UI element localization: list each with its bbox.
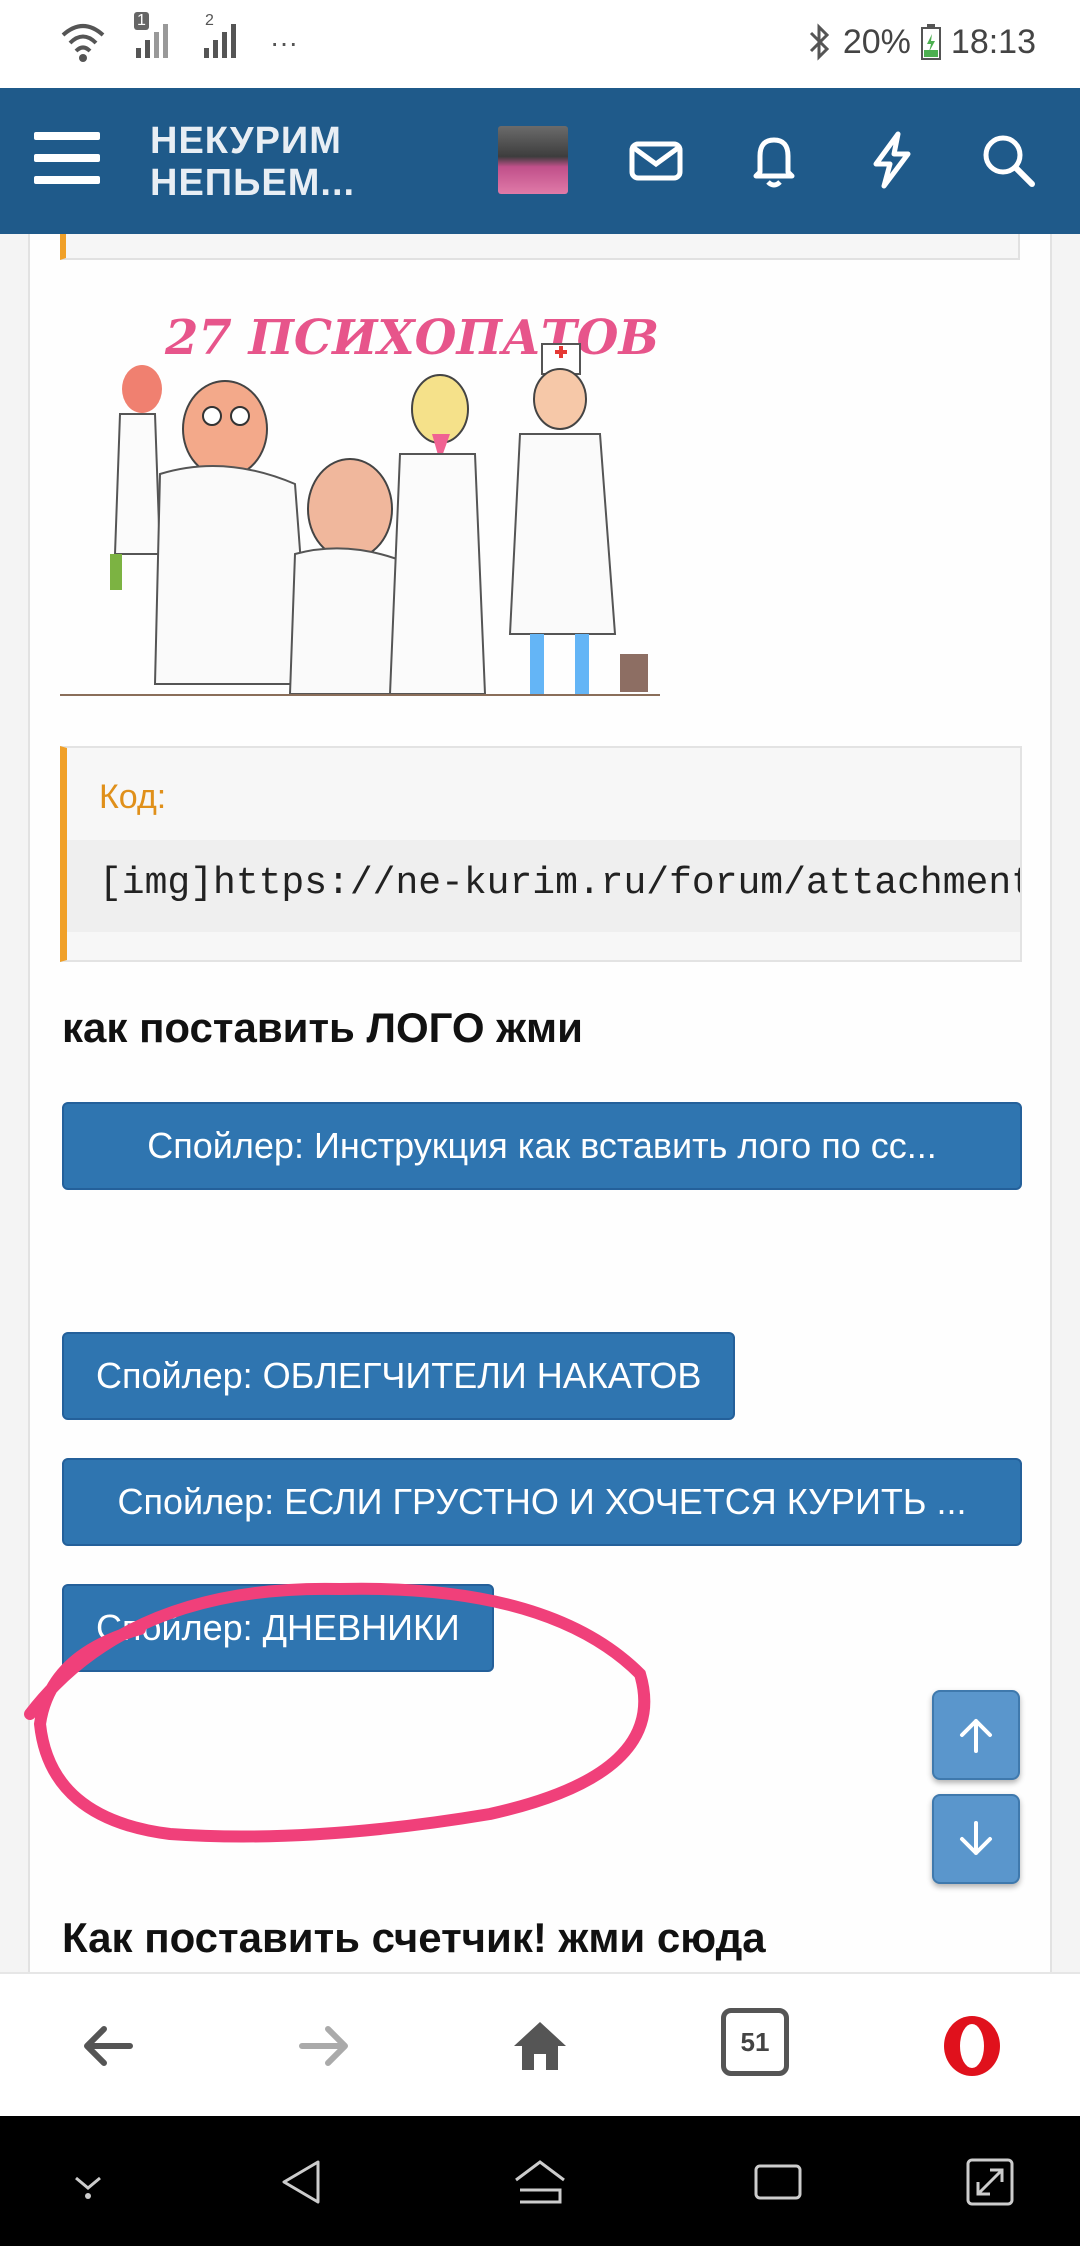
user-avatar[interactable]	[498, 126, 568, 194]
back-nav-icon[interactable]	[272, 2152, 332, 2212]
bluetooth-icon	[809, 23, 829, 61]
opera-icon[interactable]	[936, 2010, 1008, 2082]
status-right: 20% 18:13	[807, 22, 1036, 62]
browser-toolbar: 51	[0, 1972, 1080, 2116]
quote-block-end	[60, 234, 1020, 260]
back-icon[interactable]	[72, 2010, 144, 2082]
sim2-label: 2	[205, 12, 214, 29]
search-icon[interactable]	[976, 128, 1040, 192]
tabs-icon[interactable]: 51	[721, 2008, 789, 2076]
signal-sim1: 1	[134, 12, 174, 67]
scroll-up-button[interactable]	[932, 1690, 1020, 1780]
home-icon[interactable]	[504, 2010, 576, 2082]
site-title-line2: НЕПЬЕМ...	[150, 162, 356, 204]
code-block-title: Код:	[99, 778, 167, 816]
arrow-up-icon	[960, 1719, 992, 1753]
hide-nav-icon[interactable]	[58, 2152, 118, 2212]
signal-sim2: 2	[202, 12, 242, 67]
battery-percent: 20%	[842, 22, 911, 61]
page-content[interactable]: 27 ПСИХОПАТОВ Код: [img]https://ne-kurim…	[0, 234, 1080, 1972]
mail-icon[interactable]	[624, 128, 688, 192]
forum-header: НЕКУРИМ НЕПЬЕМ...	[0, 88, 1080, 234]
spoiler-sad-button[interactable]: Спойлер: ЕСЛИ ГРУСТНО И ХОЧЕТСЯ КУРИТЬ .…	[62, 1458, 1022, 1546]
lightning-icon[interactable]	[860, 128, 924, 192]
recents-nav-icon[interactable]	[748, 2152, 808, 2212]
scroll-down-button[interactable]	[932, 1794, 1020, 1884]
site-title[interactable]: НЕКУРИМ НЕПЬЕМ...	[150, 120, 355, 204]
more-indicator: ···	[270, 26, 298, 58]
heading-logo-instructions: как поставить ЛОГО жми	[62, 1004, 583, 1051]
home-nav-icon[interactable]	[510, 2152, 570, 2212]
bell-icon[interactable]	[742, 128, 806, 192]
system-nav-bar	[0, 2116, 1080, 2246]
spoiler-diaries-button[interactable]: Спойлер: ДНЕВНИКИ	[62, 1584, 494, 1672]
status-bar: 1 2 ··· 20% 18:13	[0, 0, 1080, 88]
clock: 18:13	[950, 22, 1036, 61]
sim1-label: 1	[134, 12, 149, 30]
wifi-icon	[61, 23, 105, 62]
arrow-down-icon	[960, 1821, 992, 1855]
forum-post: 27 ПСИХОПАТОВ Код: [img]https://ne-kurim…	[28, 234, 1052, 1972]
code-block: Код: [img]https://ne-kurim.ru/forum/atta…	[60, 746, 1022, 962]
heading-counter-instructions[interactable]: Как поставить счетчик! жми сюда	[62, 1914, 766, 1962]
fullscreen-nav-icon[interactable]	[960, 2152, 1020, 2212]
psychopaths-cartoon-image[interactable]: 27 ПСИХОПАТОВ	[60, 304, 660, 696]
code-block-text[interactable]: [img]https://ne-kurim.ru/forum/attachmen…	[67, 840, 1020, 932]
site-title-line1: НЕКУРИМ	[150, 120, 342, 162]
forward-icon[interactable]	[288, 2010, 360, 2082]
spoiler-logo-instructions-button[interactable]: Спойлер: Инструкция как вставить лого по…	[62, 1102, 1022, 1190]
menu-icon[interactable]	[34, 132, 100, 188]
battery-icon	[920, 24, 941, 60]
spoiler-relief-button[interactable]: Спойлер: ОБЛЕГЧИТЕЛИ НАКАТОВ	[62, 1332, 736, 1420]
status-left: 1 2 ···	[60, 12, 298, 67]
image-caption: 27 ПСИХОПАТОВ	[164, 310, 659, 366]
